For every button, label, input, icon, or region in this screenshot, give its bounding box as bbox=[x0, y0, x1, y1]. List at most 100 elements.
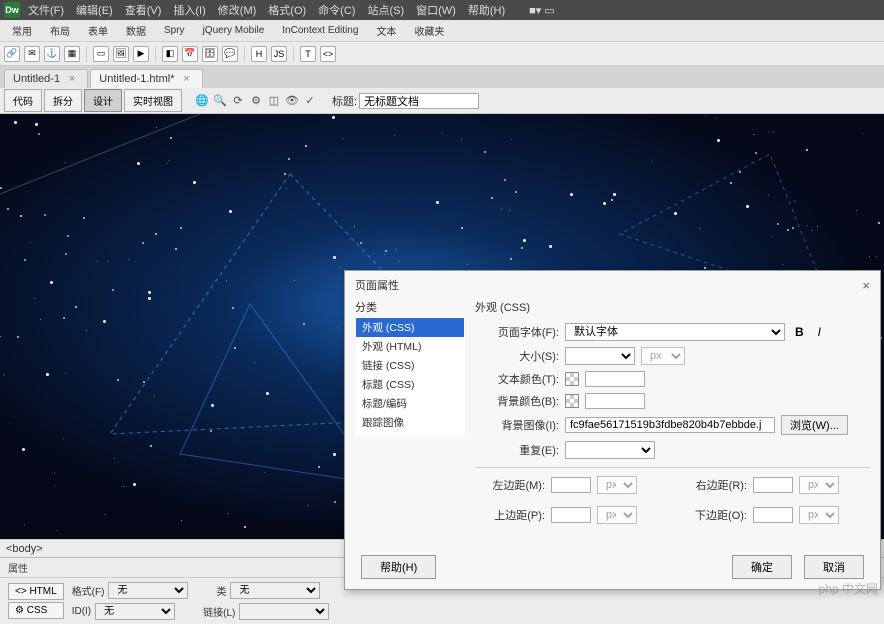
tab-label: Untitled-1 bbox=[13, 73, 60, 85]
class-label: 类 bbox=[216, 583, 226, 598]
view-code-button[interactable]: 代码 bbox=[4, 89, 42, 112]
insert-tab-forms[interactable]: 表单 bbox=[80, 21, 116, 40]
cancel-button[interactable]: 取消 bbox=[804, 555, 864, 579]
insert-tab-fav[interactable]: 收藏夹 bbox=[406, 21, 452, 40]
hyperlink-icon[interactable]: 🔗 bbox=[4, 46, 20, 62]
media-icon[interactable]: ▶ bbox=[133, 46, 149, 62]
close-icon[interactable]: × bbox=[183, 73, 189, 85]
template-icon[interactable]: T bbox=[300, 46, 316, 62]
repeat-select[interactable] bbox=[565, 441, 655, 459]
link-select[interactable] bbox=[239, 603, 329, 620]
bg-image-label: 背景图像(I): bbox=[475, 417, 559, 433]
menu-modify[interactable]: 修改(M) bbox=[214, 0, 261, 20]
head-icon[interactable]: H bbox=[251, 46, 267, 62]
class-select[interactable]: 无 bbox=[230, 582, 320, 599]
font-select[interactable]: 默认字体 bbox=[565, 323, 785, 341]
workspace-switcher[interactable]: ■▾ ▭ bbox=[525, 2, 559, 19]
bg-image-input[interactable] bbox=[565, 417, 775, 433]
menu-commands[interactable]: 命令(C) bbox=[314, 0, 359, 20]
anchor-icon[interactable]: ⚓ bbox=[44, 46, 60, 62]
ok-button[interactable]: 确定 bbox=[732, 555, 792, 579]
menu-file[interactable]: 文件(F) bbox=[24, 0, 68, 20]
insert-tab-layout[interactable]: 布局 bbox=[42, 21, 78, 40]
help-button[interactable]: 帮助(H) bbox=[361, 555, 436, 579]
view-live-button[interactable]: 实时视图 bbox=[124, 89, 182, 112]
insert-tab-spry[interactable]: Spry bbox=[156, 23, 193, 38]
title-label: 标题: bbox=[332, 93, 357, 109]
insert-tab-incontext[interactable]: InContext Editing bbox=[274, 23, 366, 38]
date-icon[interactable]: 📅 bbox=[182, 46, 198, 62]
id-select[interactable]: 无 bbox=[95, 603, 175, 620]
page-properties-dialog: 页面属性 × 分类 外观 (CSS) 外观 (HTML) 链接 (CSS) 标题… bbox=[344, 270, 881, 590]
bold-button[interactable]: B bbox=[791, 325, 808, 339]
refresh-icon[interactable]: ⟳ bbox=[230, 93, 246, 109]
margin-top-unit[interactable]: px bbox=[597, 506, 637, 524]
preview-icon[interactable]: 👁 bbox=[284, 93, 300, 109]
menu-insert[interactable]: 插入(I) bbox=[169, 0, 209, 20]
email-icon[interactable]: ✉ bbox=[24, 46, 40, 62]
server-icon[interactable]: 🗄 bbox=[202, 46, 218, 62]
size-select[interactable] bbox=[565, 347, 635, 365]
category-list[interactable]: 外观 (CSS) 外观 (HTML) 链接 (CSS) 标题 (CSS) 标题/… bbox=[355, 317, 465, 437]
tab-label: Untitled-1.html* bbox=[99, 73, 174, 85]
insert-toolbar: 常用 布局 表单 数据 Spry jQuery Mobile InContext… bbox=[0, 20, 884, 42]
tag-icon[interactable]: <> bbox=[320, 46, 336, 62]
app-logo: Dw bbox=[4, 2, 20, 18]
menu-site[interactable]: 站点(S) bbox=[363, 0, 408, 20]
category-item-links[interactable]: 链接 (CSS) bbox=[356, 356, 464, 375]
insert-tab-data[interactable]: 数据 bbox=[118, 21, 154, 40]
visual-aids-icon[interactable]: ◫ bbox=[266, 93, 282, 109]
italic-button[interactable]: I bbox=[814, 325, 825, 339]
live-code-icon[interactable]: 🌐 bbox=[194, 93, 210, 109]
bg-color-input[interactable] bbox=[585, 393, 645, 409]
html-mode-button[interactable]: <> HTML bbox=[8, 583, 64, 600]
bg-color-swatch[interactable] bbox=[565, 394, 579, 408]
widget-icon[interactable]: ◧ bbox=[162, 46, 178, 62]
view-split-button[interactable]: 拆分 bbox=[44, 89, 82, 112]
document-tab[interactable]: Untitled-1 × bbox=[4, 69, 88, 88]
insert-tab-common[interactable]: 常用 bbox=[4, 21, 40, 40]
margin-right-unit[interactable]: px bbox=[799, 476, 839, 494]
category-item-headings[interactable]: 标题 (CSS) bbox=[356, 375, 464, 394]
menu-format[interactable]: 格式(O) bbox=[264, 0, 310, 20]
comment-icon[interactable]: 💬 bbox=[222, 46, 238, 62]
category-item-appearance-css[interactable]: 外观 (CSS) bbox=[356, 318, 464, 337]
dialog-title: 页面属性 bbox=[355, 277, 399, 293]
div-icon[interactable]: ▭ bbox=[93, 46, 109, 62]
format-select[interactable]: 无 bbox=[108, 582, 188, 599]
section-title: 外观 (CSS) bbox=[475, 299, 870, 315]
browse-button[interactable]: 浏览(W)... bbox=[781, 415, 848, 435]
menu-window[interactable]: 窗口(W) bbox=[412, 0, 460, 20]
category-item-encoding[interactable]: 标题/编码 bbox=[356, 394, 464, 413]
view-design-button[interactable]: 设计 bbox=[84, 89, 122, 112]
menubar: Dw 文件(F) 编辑(E) 查看(V) 插入(I) 修改(M) 格式(O) 命… bbox=[0, 0, 884, 20]
margin-bottom-input[interactable] bbox=[753, 507, 793, 523]
category-item-appearance-html[interactable]: 外观 (HTML) bbox=[356, 337, 464, 356]
insert-tab-jquery[interactable]: jQuery Mobile bbox=[195, 23, 273, 38]
title-input[interactable] bbox=[359, 93, 479, 109]
table-icon[interactable]: ▦ bbox=[64, 46, 80, 62]
margin-top-input[interactable] bbox=[551, 507, 591, 523]
margin-bottom-unit[interactable]: px bbox=[799, 506, 839, 524]
margin-left-unit[interactable]: px bbox=[597, 476, 637, 494]
close-icon[interactable]: × bbox=[69, 73, 75, 85]
script-icon[interactable]: JS bbox=[271, 46, 287, 62]
inspect-icon[interactable]: 🔍 bbox=[212, 93, 228, 109]
margin-right-input[interactable] bbox=[753, 477, 793, 493]
text-color-swatch[interactable] bbox=[565, 372, 579, 386]
body-tag[interactable]: <body> bbox=[6, 543, 43, 555]
check-icon[interactable]: ✓ bbox=[302, 93, 318, 109]
margin-left-input[interactable] bbox=[551, 477, 591, 493]
menu-view[interactable]: 查看(V) bbox=[121, 0, 166, 20]
insert-tab-text[interactable]: 文本 bbox=[368, 21, 404, 40]
options-icon[interactable]: ⚙ bbox=[248, 93, 264, 109]
text-color-input[interactable] bbox=[585, 371, 645, 387]
size-unit-select[interactable]: px bbox=[641, 347, 685, 365]
menu-help[interactable]: 帮助(H) bbox=[464, 0, 509, 20]
document-tab[interactable]: Untitled-1.html* × bbox=[90, 69, 202, 88]
css-mode-button[interactable]: ⚙ CSS bbox=[8, 602, 64, 619]
close-icon[interactable]: × bbox=[862, 278, 870, 293]
category-item-tracing[interactable]: 跟踪图像 bbox=[356, 413, 464, 432]
menu-edit[interactable]: 编辑(E) bbox=[72, 0, 117, 20]
image-icon[interactable]: 🖼 bbox=[113, 46, 129, 62]
